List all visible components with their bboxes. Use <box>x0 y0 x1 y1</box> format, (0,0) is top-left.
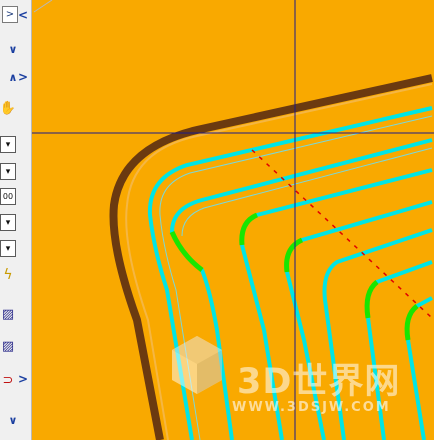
dropdown-1[interactable]: ▾ <box>0 136 16 153</box>
lightning-icon[interactable]: ϟ <box>0 266 16 283</box>
watermark-logo <box>172 336 222 394</box>
dropdown-3[interactable]: 00 <box>0 188 16 205</box>
pan-icon[interactable]: ✋ <box>0 100 16 117</box>
dropdown-5[interactable]: ▾ <box>0 240 16 257</box>
expand-down-icon[interactable]: ∨ <box>6 413 20 427</box>
nav-right-arrow[interactable]: > <box>18 70 28 84</box>
close-icon[interactable]: > <box>2 6 18 23</box>
watermark-title: 3D世界网 <box>237 362 401 402</box>
watermark-url: WWW.3DSJW.COM <box>232 400 391 415</box>
magnet-icon[interactable]: ⊃ <box>0 372 16 389</box>
collapse-down-icon[interactable]: ∨ <box>6 42 20 56</box>
nav-left-arrow[interactable]: < <box>18 8 28 22</box>
toolpath-ring-7 <box>404 296 433 440</box>
hatch-alt-icon[interactable]: ▨ <box>0 338 16 355</box>
dropdown-4[interactable]: ▾ <box>0 214 16 231</box>
cam-viewport[interactable]: 3D世界网 WWW.3DSJW.COM <box>32 0 434 440</box>
hatch-icon[interactable]: ▨ <box>0 306 16 323</box>
dropdown-2[interactable]: ▾ <box>0 163 16 180</box>
nav-right-arrow-bottom[interactable]: > <box>18 372 28 386</box>
